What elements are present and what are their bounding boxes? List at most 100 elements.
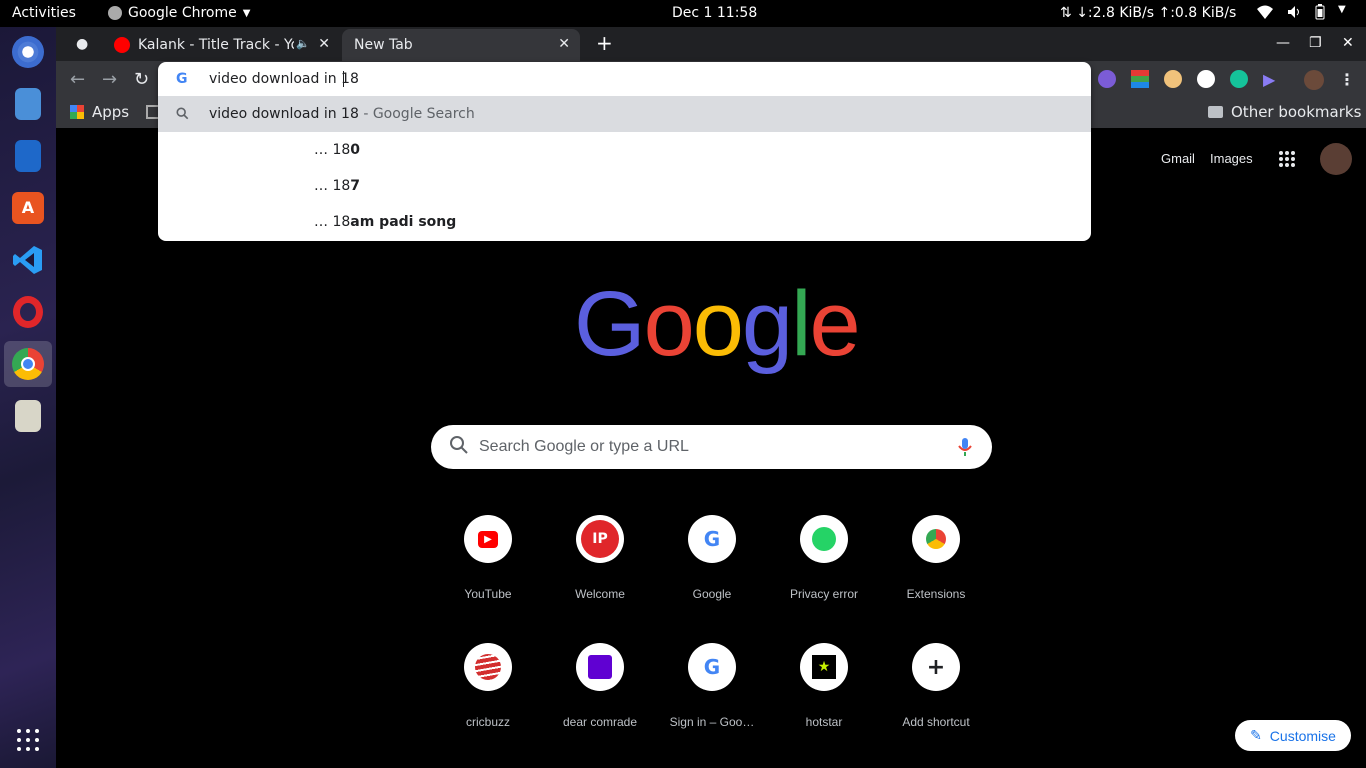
power-menu-chevron-icon: ▼ — [1338, 4, 1346, 15]
system-tray[interactable]: ▼ — [1256, 4, 1346, 24]
volume-icon — [1286, 4, 1302, 24]
grammarly-icon[interactable] — [1230, 70, 1248, 88]
net-speed-indicator[interactable]: ⇅ ↓:2.8 KiB/s ↑:0.8 KiB/s — [1060, 5, 1236, 21]
chrome-menu-icon[interactable]: ⋮ — [1339, 70, 1355, 90]
dock-writer[interactable] — [4, 133, 52, 179]
tab-title: New Tab — [354, 37, 413, 53]
suggestion-completion: 7 — [350, 178, 361, 194]
extension-icon[interactable] — [1164, 70, 1182, 88]
search-icon — [449, 435, 469, 459]
shortcut-tile[interactable]: ▶ YouTube — [438, 515, 538, 601]
text-cursor — [343, 71, 344, 87]
dock-software[interactable]: A — [4, 185, 52, 231]
window-close-button[interactable]: ✕ — [1342, 35, 1354, 51]
shortcut-tile[interactable]: G Google — [662, 515, 762, 601]
search-icon — [176, 107, 189, 124]
reload-button[interactable]: ↻ — [134, 69, 149, 90]
pencil-icon: ✎ — [1250, 727, 1262, 743]
suggestion-text: … 18 — [314, 142, 351, 158]
shortcut-label: Google — [692, 587, 732, 601]
notes-icon — [15, 400, 41, 432]
suggestion-text: … 18 — [314, 178, 351, 194]
microphone-icon[interactable] — [958, 437, 972, 461]
wifi-icon — [1256, 4, 1274, 24]
app-menu[interactable]: Google Chrome ▼ — [108, 5, 250, 21]
dock: A — [0, 27, 56, 768]
google-apps-icon[interactable] — [1278, 150, 1296, 172]
omnibox-suggestion[interactable]: video download in 18 - Google Search — [158, 96, 1091, 132]
extension-icon[interactable] — [1131, 70, 1149, 88]
dock-chrome[interactable] — [4, 341, 52, 387]
customise-button[interactable]: ✎ Customise — [1235, 720, 1351, 751]
omnibox-input[interactable]: video download in 18 — [209, 71, 359, 87]
shortcut-tile[interactable]: G Sign in – Goo… — [662, 643, 762, 729]
apps-bookmark[interactable]: Apps — [70, 103, 129, 121]
shortcut-tile[interactable]: ★ hotstar — [774, 643, 874, 729]
shortcut-label: Sign in – Goo… — [669, 715, 755, 729]
forward-button[interactable]: → — [102, 69, 117, 90]
close-icon[interactable]: ✕ — [318, 36, 330, 52]
dock-opera[interactable] — [4, 289, 52, 335]
tab-kalank[interactable]: Kalank - Title Track - Yo 🔈 ✕ — [104, 29, 340, 61]
new-tab-button[interactable]: + — [596, 31, 613, 55]
apps-grid-icon — [70, 105, 84, 119]
yahoo-search-icon — [576, 643, 624, 691]
gmail-link[interactable]: Gmail — [1161, 151, 1195, 166]
shortcut-tile[interactable]: Extensions — [886, 515, 986, 601]
hotstar-icon: ★ — [800, 643, 848, 691]
google-icon: G — [688, 643, 736, 691]
writer-icon — [15, 140, 41, 172]
close-icon[interactable]: ✕ — [558, 36, 570, 52]
battery-icon — [1314, 4, 1326, 24]
welcome-icon: IP — [576, 515, 624, 563]
images-link[interactable]: Images — [1210, 151, 1253, 166]
files-icon — [15, 88, 41, 120]
shortcut-tile[interactable]: Privacy error — [774, 515, 874, 601]
extensions-bar: ▶ ⋮ — [1098, 70, 1355, 90]
dock-vscode[interactable] — [4, 237, 52, 283]
extensions-icon — [912, 515, 960, 563]
chromium-icon — [12, 36, 44, 68]
maximize-button[interactable]: ❐ — [1309, 35, 1322, 51]
tab-new-tab[interactable]: New Tab ✕ — [342, 29, 580, 61]
omnibox-suggestion[interactable]: … 180 — [158, 132, 1091, 168]
show-applications-button[interactable] — [4, 719, 52, 765]
extension-icon[interactable] — [1197, 70, 1215, 88]
ntp-search-box[interactable]: Search Google or type a URL — [431, 425, 992, 469]
suggestion-completion: 0 — [350, 142, 361, 158]
extension-icon[interactable]: ▶ — [1263, 70, 1281, 89]
back-button[interactable]: ← — [70, 69, 85, 90]
other-bookmarks-label: Other bookmarks — [1231, 103, 1362, 121]
omnibox-suggestion[interactable]: … 187 — [158, 168, 1091, 204]
shortcut-tile[interactable]: cricbuzz — [438, 643, 538, 729]
customise-label: Customise — [1269, 727, 1336, 744]
audio-playing-icon[interactable]: 🔈 — [296, 37, 310, 50]
shortcut-tile[interactable]: dear comrade — [550, 643, 650, 729]
omnibox-dropdown: G video download in 18 video download in… — [158, 62, 1091, 241]
profile-avatar[interactable] — [1304, 70, 1324, 90]
chrome-app-icon — [108, 6, 122, 20]
youtube-favicon-icon — [114, 37, 130, 53]
net-speed-text: ↓:2.8 KiB/s ↑:0.8 KiB/s — [1076, 5, 1237, 21]
system-top-bar: Activities Google Chrome ▼ Dec 1 11:58 ⇅… — [0, 0, 1366, 27]
add-shortcut-tile[interactable]: + Add shortcut — [886, 643, 986, 729]
clock[interactable]: Dec 1 11:58 — [672, 5, 757, 21]
tab-search-icon[interactable]: ● — [76, 36, 88, 52]
shortcut-label: cricbuzz — [465, 715, 510, 729]
activities-button[interactable]: Activities — [12, 5, 76, 21]
transfer-arrows-icon: ⇅ — [1060, 5, 1072, 21]
shortcut-tile[interactable]: IP Welcome — [550, 515, 650, 601]
dock-files[interactable] — [4, 81, 52, 127]
account-avatar[interactable] — [1320, 143, 1352, 175]
google-logo: Google — [574, 273, 861, 375]
suggestion-completion: am padi song — [350, 214, 457, 230]
dock-chromium[interactable] — [4, 29, 52, 75]
extension-icon[interactable] — [1098, 70, 1116, 88]
omnibox-suggestion[interactable]: … 18am padi song — [158, 204, 1091, 240]
shortcut-label: dear comrade — [562, 715, 638, 729]
other-bookmarks[interactable]: Other bookmarks — [1208, 103, 1361, 121]
minimize-button[interactable]: — — [1276, 35, 1290, 51]
omnibox-input-row[interactable]: G video download in 18 — [158, 62, 1091, 96]
search-placeholder: Search Google or type a URL — [479, 438, 689, 455]
dock-notes[interactable] — [4, 393, 52, 439]
